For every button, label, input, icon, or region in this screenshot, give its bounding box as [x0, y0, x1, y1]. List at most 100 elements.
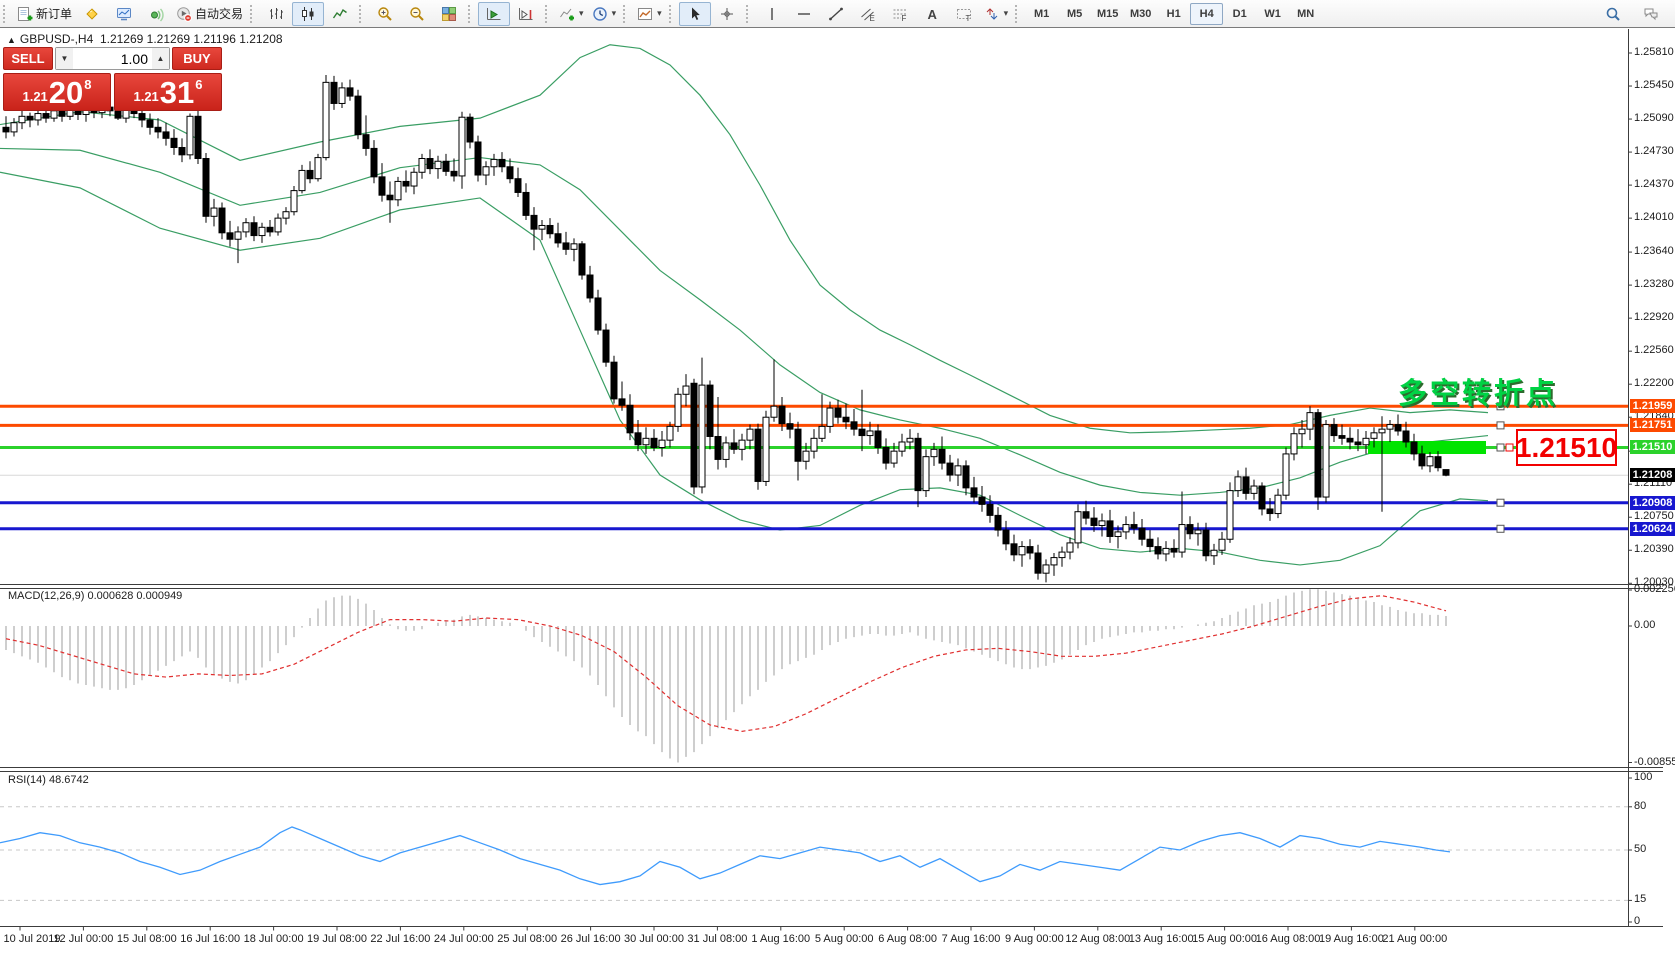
mt4-window: 新订单 自动交易 ▾ ▾ ▾ E F A T ▾ M1M5M15M30H1H4D1W1MN ▲ GBP…	[0, 0, 1675, 954]
cursor-button[interactable]	[679, 2, 711, 26]
auto-scroll-button[interactable]	[478, 2, 510, 26]
candle-chart-icon	[300, 6, 316, 22]
signals-icon	[148, 6, 164, 22]
price-tag-annotation[interactable]: 1.21510	[1516, 429, 1617, 466]
search-button[interactable]	[1597, 2, 1629, 26]
horizontal-line-button[interactable]	[788, 2, 820, 26]
auto-scroll-icon	[486, 6, 502, 22]
timeframe-m30-button[interactable]: M30	[1124, 3, 1157, 25]
chart-annotation-text[interactable]: 多空转折点	[1398, 370, 1598, 412]
label-icon: T	[956, 6, 972, 22]
search-icon	[1605, 6, 1621, 22]
svg-text:A: A	[927, 7, 937, 22]
sell-price-button[interactable]: 1.21 20 8	[3, 73, 111, 111]
text-button[interactable]: A	[916, 2, 948, 26]
volume-input[interactable]	[73, 48, 152, 69]
templates-button[interactable]: ▾	[633, 2, 666, 26]
new-order-button[interactable]: 新订单	[13, 2, 76, 26]
zoom-out-button[interactable]	[401, 2, 433, 26]
level-price-chip: 1.21510	[1630, 440, 1675, 454]
date-tick-label: 16 Jul 16:00	[180, 933, 240, 945]
date-tick-label: 13 Aug 16:00	[1129, 933, 1194, 945]
date-tick-label: 21 Aug 00:00	[1382, 933, 1447, 945]
line-chart-icon	[332, 6, 348, 22]
zoom-in-button[interactable]	[369, 2, 401, 26]
timeframe-m1-button[interactable]: M1	[1025, 3, 1058, 25]
toolbar-group-grip	[250, 5, 257, 23]
date-tick-label: 10 Jul 2019	[4, 933, 61, 945]
collapse-trade-panel-icon[interactable]: ▲	[7, 35, 16, 45]
line-chart-button[interactable]	[324, 2, 356, 26]
level-price-chip: 1.21751	[1630, 418, 1675, 432]
chart-shift-button[interactable]	[510, 2, 542, 26]
level-price-chip: 1.21959	[1630, 399, 1675, 413]
metaeditor-button[interactable]	[76, 2, 108, 26]
chart-canvas[interactable]	[0, 0, 1675, 954]
chat-icon	[1643, 6, 1659, 22]
toolbar-group-grip	[468, 5, 475, 23]
timeframe-d1-button[interactable]: D1	[1223, 3, 1256, 25]
highlight-trend-bar[interactable]	[1368, 441, 1486, 454]
crosshair-button[interactable]	[711, 2, 743, 26]
channel-icon: E	[860, 6, 876, 22]
new-order-icon	[17, 6, 33, 22]
date-tick-label: 24 Jul 00:00	[434, 933, 494, 945]
text-label-button[interactable]: T	[948, 2, 980, 26]
macd-indicator-label: MACD(12,26,9) 0.000628 0.000949	[8, 590, 182, 602]
market-watch-button[interactable]	[108, 2, 140, 26]
metaeditor-icon	[84, 6, 100, 22]
sell-label-button[interactable]: SELL	[3, 47, 53, 70]
date-tick-label: 9 Aug 00:00	[1005, 933, 1064, 945]
timeframe-mn-button[interactable]: MN	[1289, 3, 1322, 25]
signals-button[interactable]	[140, 2, 172, 26]
timeframe-m15-button[interactable]: M15	[1091, 3, 1124, 25]
svg-text:F: F	[901, 14, 906, 22]
price-tick-label: 1.23280	[1634, 278, 1674, 290]
equidistant-channel-button[interactable]: E	[852, 2, 884, 26]
arrows-button[interactable]: ▾	[980, 2, 1013, 26]
buy-label-button[interactable]: BUY	[172, 47, 222, 70]
tile-windows-icon	[441, 6, 457, 22]
trendline-button[interactable]	[820, 2, 852, 26]
sell-price-pips: 20	[49, 78, 83, 108]
volume-increase-button[interactable]: ▲	[152, 48, 169, 69]
tile-windows-button[interactable]	[433, 2, 465, 26]
date-tick-label: 25 Jul 08:00	[497, 933, 557, 945]
arrows-dropdown-caret[interactable]: ▾	[1004, 8, 1009, 19]
macd-scale-label: -0.008553	[1634, 756, 1675, 768]
indicators-dropdown-caret[interactable]: ▾	[579, 8, 584, 19]
level-price-chip: 1.20908	[1630, 496, 1675, 510]
ohlc-values: 1.21269 1.21269 1.21196 1.21208	[100, 32, 283, 46]
arrows-icon	[984, 6, 1000, 22]
svg-text:T: T	[965, 14, 970, 22]
timeframe-h1-button[interactable]: H1	[1157, 3, 1190, 25]
timeframe-w1-button[interactable]: W1	[1256, 3, 1289, 25]
templates-dropdown-caret[interactable]: ▾	[657, 8, 662, 19]
symbol-period-label: GBPUSD-,H4	[20, 32, 93, 46]
autotrading-button[interactable]: 自动交易	[172, 2, 247, 26]
symbol-title: ▲ GBPUSD-,H4 1.21269 1.21269 1.21196 1.21…	[7, 32, 283, 46]
price-tick-label: 1.24370	[1634, 178, 1674, 190]
templates-icon	[637, 6, 653, 22]
date-tick-label: 15 Aug 00:00	[1192, 933, 1257, 945]
chat-button[interactable]	[1635, 2, 1667, 26]
sell-price-base: 1.21	[22, 89, 47, 104]
date-tick-label: 22 Jul 16:00	[370, 933, 430, 945]
periods-dropdown-caret[interactable]: ▾	[612, 8, 617, 19]
price-tick-label: 1.25810	[1634, 46, 1674, 58]
volume-decrease-button[interactable]: ▼	[56, 48, 73, 69]
fibo-icon: F	[892, 6, 908, 22]
buy-price-button[interactable]: 1.21 31 6	[114, 73, 222, 111]
candle-chart-button[interactable]	[292, 2, 324, 26]
timeframe-h4-button[interactable]: H4	[1190, 3, 1223, 25]
fibonacci-button[interactable]: F	[884, 2, 916, 26]
vertical-line-button[interactable]	[756, 2, 788, 26]
price-tick-label: 1.22560	[1634, 344, 1674, 356]
toolbar-group-grip	[623, 5, 630, 23]
timeframe-m5-button[interactable]: M5	[1058, 3, 1091, 25]
bars-chart-icon	[268, 6, 284, 22]
date-tick-label: 31 Jul 08:00	[687, 933, 747, 945]
periods-button[interactable]: ▾	[588, 2, 621, 26]
indicators-button[interactable]: ▾	[555, 2, 588, 26]
bar-chart-button[interactable]	[260, 2, 292, 26]
